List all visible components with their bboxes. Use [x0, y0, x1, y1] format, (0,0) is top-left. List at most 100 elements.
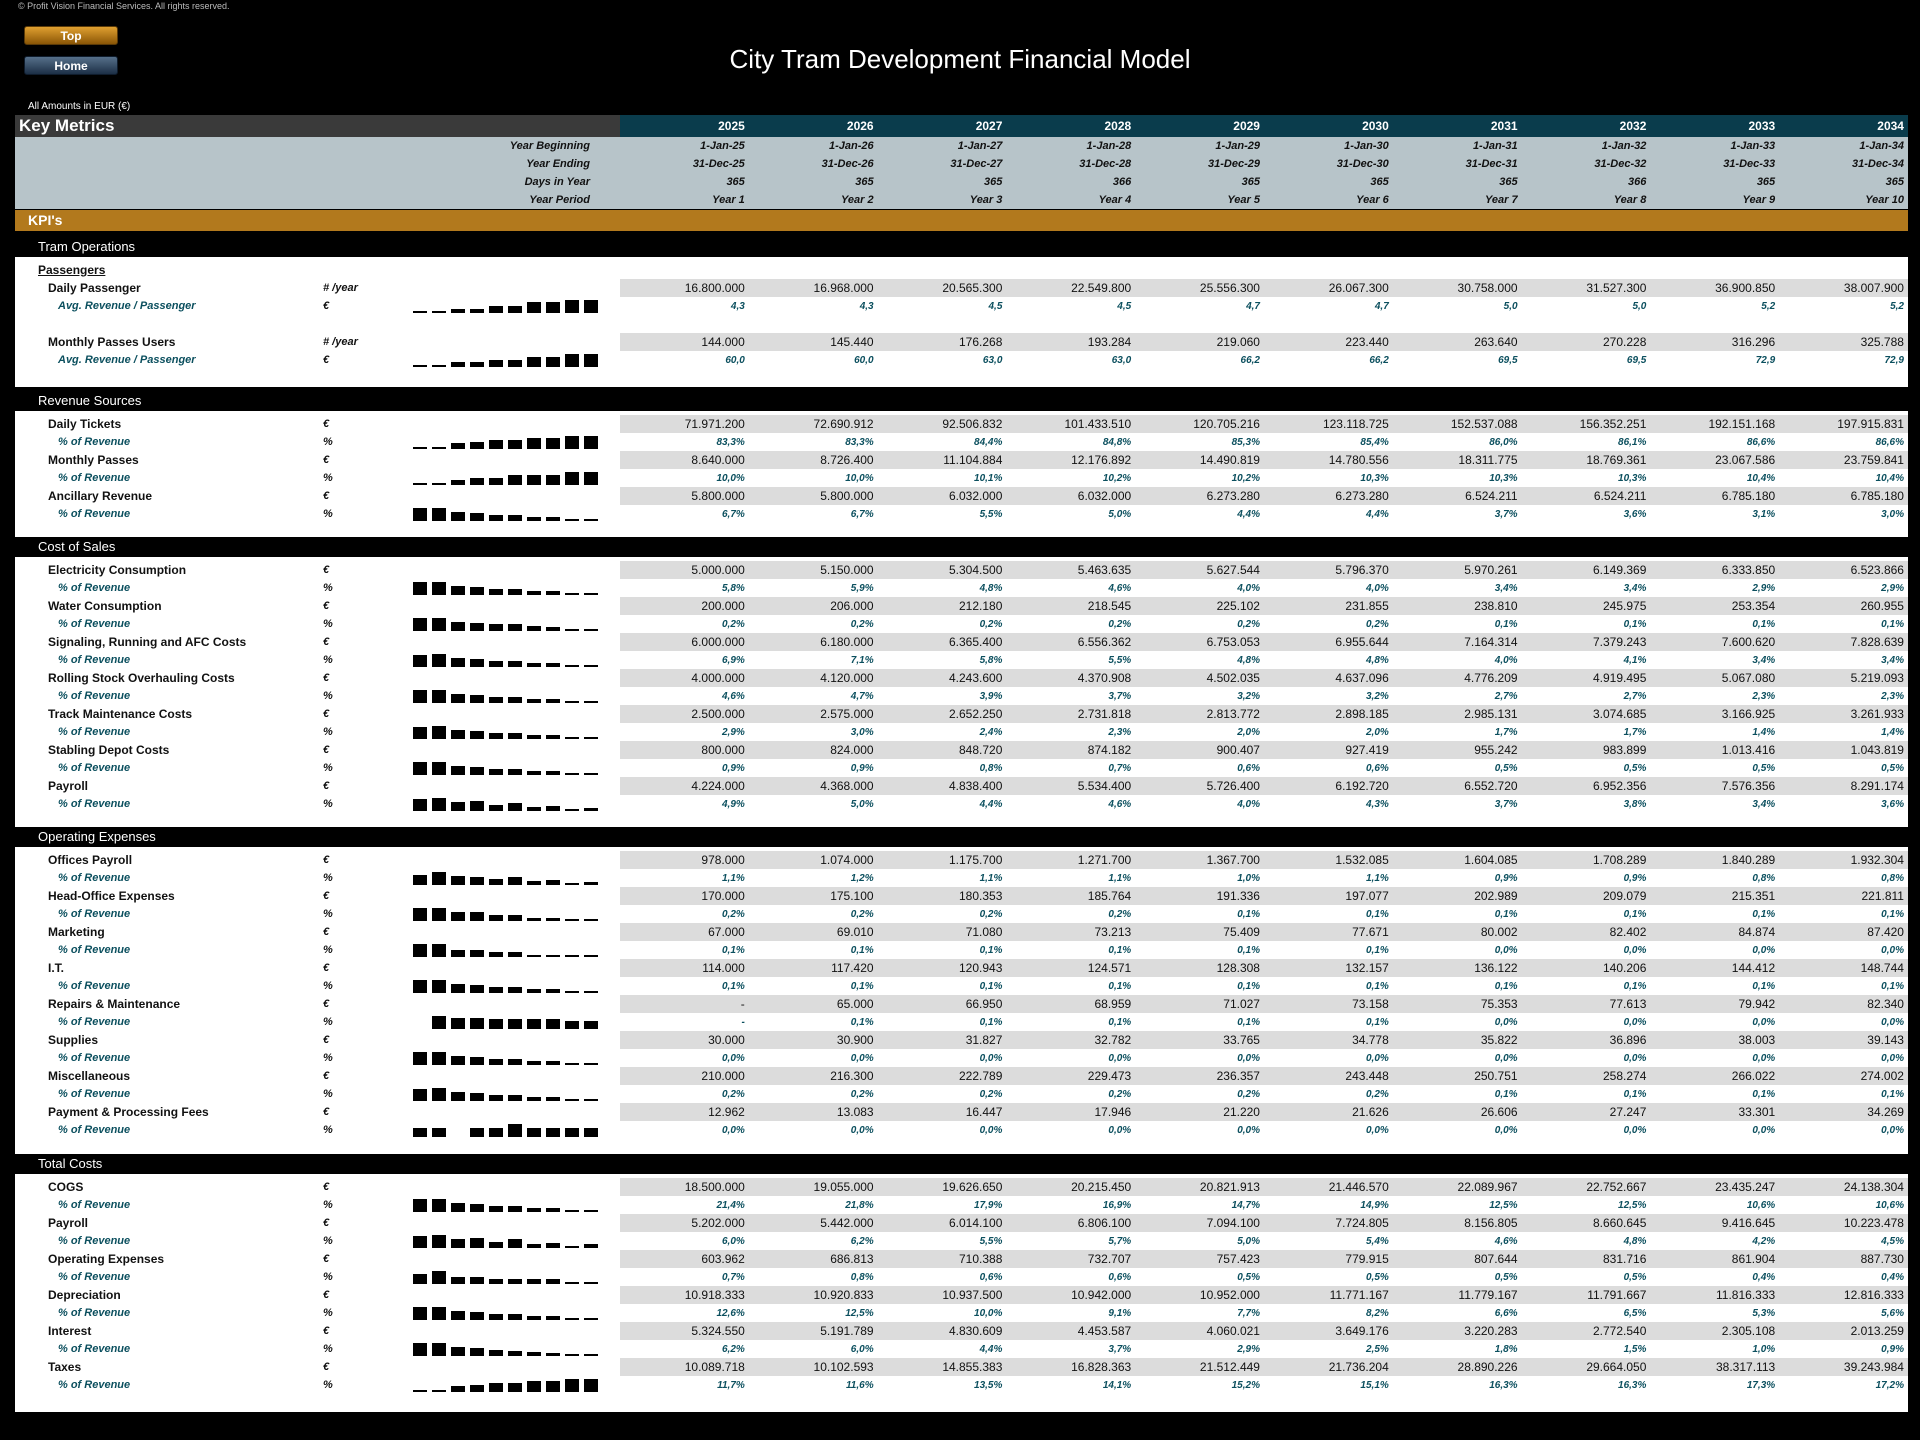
row-values: 978.000 1.074.000 1.175.700 1.271.700 1.367.…: [620, 851, 1908, 869]
sparkline: [413, 1103, 605, 1121]
section-body: Electricity Consumption €5.000.000 5.150.0…: [15, 557, 1908, 831]
value-cell: 10,2%: [1102, 472, 1132, 484]
sparkline-bar: [470, 1128, 484, 1137]
value-cell: 175.100: [830, 889, 874, 903]
row-unit: %: [323, 944, 333, 956]
value-cell: 6.032.000: [1077, 489, 1132, 503]
value-cell: 0,1%: [1752, 618, 1776, 630]
value-cell: 831.716: [1602, 1252, 1647, 1266]
ratio-row: Avg. Revenue / Passenger €60,0 60,0 63,0 63,…: [15, 351, 1908, 369]
sparkline: [413, 615, 605, 633]
row-values: 60,0 60,0 63,0 63,0 66,2 66,2 69,5 69,5 72,9 72,9: [620, 351, 1908, 369]
value-cell: 6.524.211: [1465, 489, 1518, 503]
sparkline-bar: [508, 733, 522, 739]
value-cell: 2.305.108: [1721, 1324, 1776, 1338]
sparkline-bar: [489, 733, 503, 739]
row-values: 0,2% 0,2% 0,2% 0,2% 0,2% 0,2% 0,1% 0,1% 0,1% 0,1%: [620, 615, 1908, 633]
value-cell: 7.724.805: [1335, 1216, 1389, 1230]
value-cell: 10.937.500: [942, 1288, 1003, 1302]
value-cell: 117.420: [831, 961, 874, 975]
metric-row: Interest €5.324.550 5.191.789 4.830.609 4.45…: [15, 1322, 1908, 1340]
value-cell: 18.769.361: [1586, 453, 1647, 467]
sparkline-bar: [546, 989, 560, 993]
value-cell: 4.830.609: [949, 1324, 1003, 1338]
value-cell: 18.311.775: [1458, 453, 1518, 467]
row-label: % of Revenue: [58, 762, 131, 774]
value-cell: 11.104.884: [943, 453, 1003, 467]
copyright-text: © Profit Vision Financial Services. All …: [18, 1, 230, 11]
value-cell: 31.527.300: [1586, 281, 1647, 295]
sparkline-bar: [413, 727, 427, 739]
value-cell: 800.000: [701, 743, 745, 757]
value-cell: 6,2%: [722, 1343, 745, 1355]
sparkline-bar: [527, 1097, 541, 1101]
sparkline-bar: [470, 877, 484, 885]
value-cell: 0,2%: [979, 908, 1003, 920]
row-unit: %: [323, 618, 333, 630]
value-cell: 2.813.772: [1206, 707, 1260, 721]
sparkline-bar: [451, 622, 465, 631]
value-cell: 6,2%: [850, 1235, 874, 1247]
value-cell: 72,9: [1884, 354, 1904, 366]
value-cell: 0,0%: [1752, 1016, 1776, 1028]
row-unit: €: [323, 300, 330, 312]
value-cell: 10,3%: [1489, 472, 1518, 484]
sparkline: [413, 1031, 605, 1049]
value-cell: 1,2%: [850, 872, 874, 884]
value-cell: 4,8%: [1365, 654, 1389, 666]
sparkline-bar: [546, 955, 560, 957]
value-cell: 6.273.280: [1206, 489, 1260, 503]
sparkline: [413, 687, 605, 705]
value-cell: 0,0%: [1494, 1052, 1518, 1064]
value-cell: 33.301: [1738, 1105, 1776, 1119]
sparkline-bar: [451, 1311, 465, 1320]
sparkline-bar: [546, 1243, 560, 1248]
section-operating-expenses: Operating Expenses Offices Payroll €978.00…: [15, 827, 1908, 1157]
sparkline-bar: [527, 663, 541, 667]
metric-row: Head-Office Expenses €170.000 175.100 180.3…: [15, 887, 1908, 905]
row-label: % of Revenue: [58, 872, 131, 884]
row-values: 4,3 4,3 4,5 4,5 4,7 4,7 5,0 5,0 5,2 5,2: [620, 297, 1908, 315]
sparkline-bar: [584, 1282, 598, 1284]
top-button[interactable]: Top: [24, 26, 118, 45]
sparkline: [413, 705, 605, 723]
row-unit: €: [323, 636, 330, 648]
row-values: 18.500.000 19.055.000 19.626.650 20.215.450…: [620, 1178, 1908, 1196]
value-cell: 0,1%: [1494, 908, 1518, 920]
period-value: Year 9: [1742, 194, 1776, 206]
value-cell: 1.604.085: [1464, 853, 1518, 867]
sparkline-bar: [508, 1314, 522, 1320]
value-cell: 2,9%: [1881, 582, 1904, 594]
row-unit: %: [323, 872, 333, 884]
sparkline-bar: [451, 1347, 465, 1356]
sparkline-bar: [546, 1316, 560, 1320]
value-cell: 77.613: [1609, 997, 1647, 1011]
value-cell: 10.918.333: [684, 1288, 745, 1302]
period-value: 31-Dec-29: [1208, 158, 1260, 170]
value-cell: 209.079: [1602, 889, 1647, 903]
value-cell: 8.660.645: [1592, 1216, 1647, 1230]
value-cell: 3,4%: [1752, 654, 1776, 666]
value-cell: 3,7%: [1494, 508, 1518, 520]
sparkline-bar: [489, 1279, 503, 1284]
sparkline: [413, 795, 605, 813]
value-cell: 206.000: [830, 599, 874, 613]
metric-row: Supplies €30.000 30.900 31.827 32.782 33.765 3…: [15, 1031, 1908, 1049]
sparkline-bar: [527, 517, 541, 521]
value-cell: 253.354: [1731, 599, 1776, 613]
row-unit: %: [323, 1016, 333, 1028]
value-cell: 180.353: [959, 889, 1003, 903]
value-cell: 68.959: [1094, 997, 1132, 1011]
value-cell: 19.626.650: [942, 1180, 1003, 1194]
value-cell: 2,9%: [1752, 582, 1776, 594]
row-unit: €: [323, 1325, 330, 1337]
row-unit: €: [323, 672, 330, 684]
sparkline-bar: [565, 1128, 579, 1137]
value-cell: 5,8%: [979, 654, 1003, 666]
value-cell: 7.828.639: [1850, 635, 1904, 649]
sparkline-bar: [508, 624, 522, 631]
value-cell: 10,2%: [1231, 472, 1260, 484]
period-dates-block: Year Beginning 1-Jan-25 1-Jan-26 1-Jan-27 1-…: [15, 137, 1908, 209]
sparkline-bar: [489, 952, 503, 957]
sparkline-bar: [508, 306, 522, 313]
